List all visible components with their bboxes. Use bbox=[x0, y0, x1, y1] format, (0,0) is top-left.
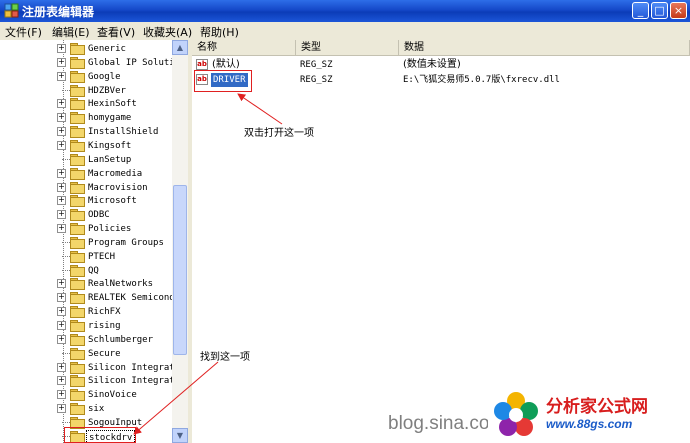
site-logo: 分析家公式网 www.88gs.com bbox=[488, 386, 690, 443]
arrow-to-stockdrv bbox=[133, 361, 219, 435]
annotation-double-click: 双击打开这一项 bbox=[244, 128, 314, 139]
flower-logo-icon bbox=[494, 392, 538, 436]
logo-name: 分析家公式网 bbox=[546, 397, 648, 417]
annotation-find-this: 找到这一项 bbox=[200, 352, 250, 363]
logo-url: www.88gs.com bbox=[546, 417, 633, 431]
annotation-arrows bbox=[133, 93, 283, 435]
arrow-to-driver bbox=[237, 93, 283, 125]
